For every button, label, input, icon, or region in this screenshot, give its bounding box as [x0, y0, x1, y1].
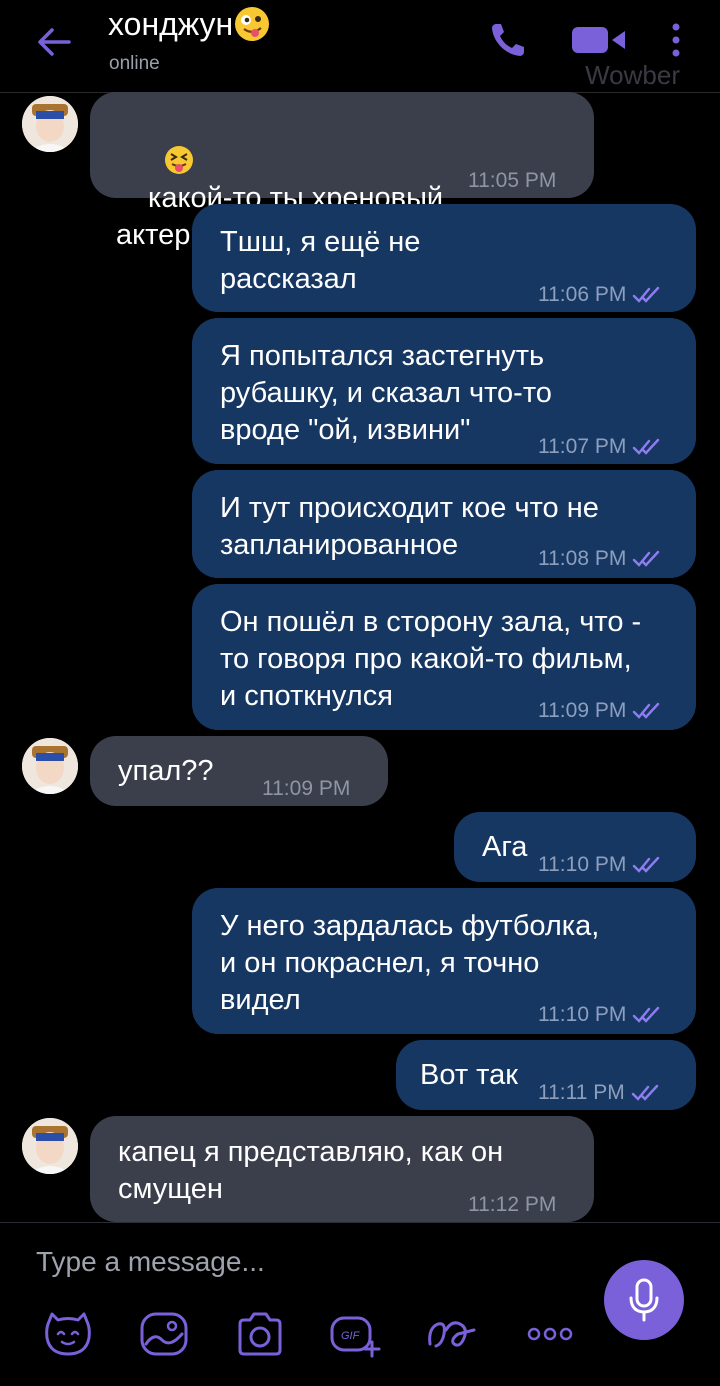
- message-time-text: 11:08 PM: [538, 547, 627, 570]
- message-time-text: 11:10 PM: [538, 853, 627, 876]
- arrow-left-icon: [38, 28, 71, 56]
- message-time: 11:11 PM: [538, 1074, 663, 1111]
- voice-message-button[interactable]: [604, 1260, 684, 1340]
- more-tools-button[interactable]: [522, 1308, 578, 1360]
- gif-button[interactable]: GIF: [328, 1308, 384, 1360]
- message-time-text: 11:11 PM: [538, 1081, 625, 1104]
- online-status: online: [109, 53, 160, 74]
- svg-text:GIF: GIF: [341, 1330, 361, 1342]
- phone-icon: [492, 24, 524, 56]
- video-camera-icon: [572, 27, 625, 53]
- composer-divider: [0, 1222, 720, 1223]
- call-button[interactable]: [486, 18, 530, 67]
- message-time: 11:05 PM: [468, 169, 557, 192]
- message-time: 11:06 PM: [538, 276, 664, 313]
- message-text: Ага: [482, 831, 528, 863]
- read-ticks-icon: [633, 1007, 660, 1024]
- message-time: 11:07 PM: [538, 428, 664, 465]
- contact-avatar[interactable]: [22, 1118, 78, 1174]
- more-options-button[interactable]: [664, 20, 688, 65]
- video-call-button[interactable]: [570, 22, 630, 63]
- gif-icon: GIF: [330, 1316, 381, 1358]
- message-time: 11:10 PM: [538, 996, 664, 1033]
- chat-header: хонджун online Wowber: [0, 0, 720, 93]
- watermark: Wowber: [585, 60, 680, 90]
- message-time-text: 11:09 PM: [538, 699, 627, 722]
- contact-name-text: хонджун: [108, 6, 234, 42]
- camera-button[interactable]: [232, 1308, 288, 1360]
- gallery-icon: [140, 1312, 188, 1356]
- message-bubble-outgoing[interactable]: Он пошёл в сторону зала, что - то говоря…: [192, 584, 696, 730]
- read-ticks-icon: [633, 703, 660, 720]
- message-time-text: 11:07 PM: [538, 435, 627, 458]
- sticker-button[interactable]: [40, 1308, 96, 1360]
- read-ticks-icon: [631, 1085, 658, 1102]
- message-text: упал??: [118, 755, 214, 787]
- message-text: Вот так: [420, 1059, 518, 1091]
- doodle-icon: [428, 1321, 476, 1348]
- message-time: 11:09 PM: [538, 692, 664, 729]
- sticker-icon: [45, 1312, 91, 1356]
- zany-face-icon: [235, 7, 270, 41]
- message-bubble-outgoing[interactable]: Ага 11:10 PM: [454, 812, 696, 882]
- message-time-text: 11:06 PM: [538, 283, 627, 306]
- message-time-text: 11:10 PM: [538, 1003, 627, 1026]
- read-ticks-icon: [633, 551, 660, 568]
- message-bubble-outgoing[interactable]: Я попытался застегнуть рубашку, и сказал…: [192, 318, 696, 464]
- message-text: Я попытался застегнуть рубашку, и сказал…: [220, 340, 552, 446]
- read-ticks-icon: [633, 287, 660, 304]
- message-time: 11:12 PM: [468, 1193, 557, 1216]
- vertical-dots-icon: [672, 23, 680, 57]
- avatar-image: [22, 96, 78, 152]
- contact-avatar[interactable]: [22, 738, 78, 794]
- read-ticks-icon: [633, 857, 660, 874]
- message-bubble-outgoing[interactable]: У него зардалась футболка, и он покрасне…: [192, 888, 696, 1034]
- message-bubble-outgoing[interactable]: Тшш, я ещё не рассказал 11:06 PM: [192, 204, 696, 312]
- message-input[interactable]: Type a message...: [36, 1246, 265, 1278]
- message-bubble-outgoing[interactable]: И тут происходит кое что не запланирован…: [192, 470, 696, 578]
- squinting-tongue-face-icon: [116, 108, 194, 174]
- contact-avatar[interactable]: [22, 96, 78, 152]
- message-text: Тшш, я ещё не рассказал: [220, 226, 421, 295]
- message-bubble-outgoing[interactable]: Вот так 11:11 PM: [396, 1040, 696, 1110]
- message-bubble-incoming[interactable]: какой-то ты хреновый актер 11:05 PM: [90, 92, 594, 251]
- back-button[interactable]: [30, 18, 78, 66]
- message-time: 11:09 PM: [262, 777, 351, 800]
- message-time: 11:10 PM: [538, 846, 664, 883]
- contact-name[interactable]: хонджун: [108, 6, 270, 43]
- doodle-button[interactable]: [424, 1308, 480, 1360]
- avatar-image: [22, 1118, 78, 1174]
- more-icon: [527, 1327, 573, 1341]
- message-time: 11:08 PM: [538, 540, 664, 577]
- message-text: капец я представляю, как он смущен: [118, 1136, 504, 1205]
- read-ticks-icon: [633, 439, 660, 456]
- gallery-button[interactable]: [136, 1308, 192, 1360]
- message-bubble-incoming[interactable]: капец я представляю, как он смущен 11:12…: [90, 1116, 594, 1222]
- microphone-icon: [629, 1278, 659, 1322]
- avatar-image: [22, 738, 78, 794]
- camera-icon: [238, 1312, 282, 1356]
- message-bubble-incoming[interactable]: упал?? 11:09 PM: [90, 736, 388, 806]
